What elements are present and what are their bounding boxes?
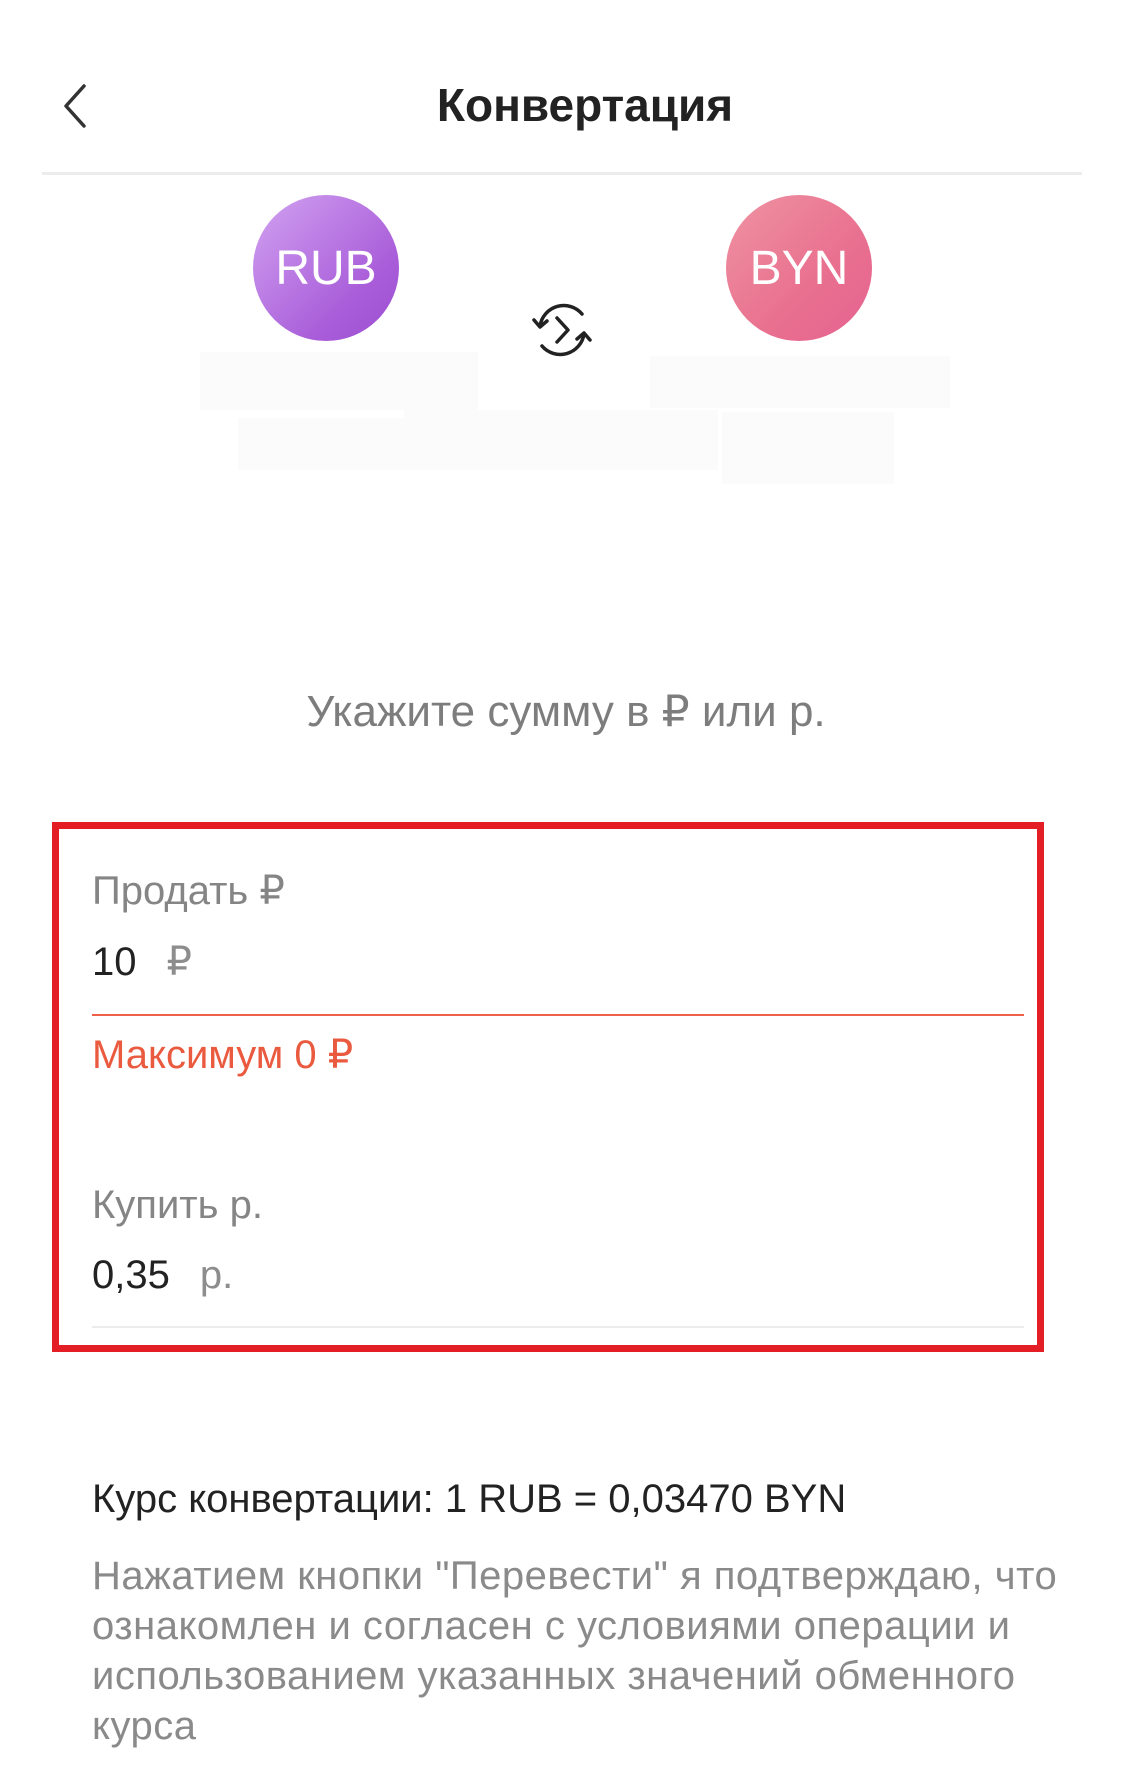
swap-icon xyxy=(532,303,592,357)
amount-prompt: Укажите сумму в ₽ или р. xyxy=(306,687,826,736)
swap-currencies-button[interactable] xyxy=(526,296,598,364)
currency-from-label: RUB xyxy=(275,241,377,295)
sell-amount-value: 10 xyxy=(92,940,137,984)
exchange-rate: Курс конвертации: 1 RUB = 0,03470 BYN xyxy=(92,1477,847,1521)
buy-field-underline xyxy=(92,1326,1024,1328)
sell-currency-suffix: ₽ xyxy=(166,940,192,984)
currency-to-byn[interactable]: BYN xyxy=(726,195,872,341)
currency-to-label: BYN xyxy=(749,241,849,295)
buy-currency-suffix: р. xyxy=(199,1253,234,1297)
header-divider xyxy=(42,172,1082,175)
balance-placeholder xyxy=(200,352,478,410)
balance-placeholder xyxy=(404,410,718,470)
balance-placeholder xyxy=(722,412,894,484)
balance-placeholder xyxy=(650,356,950,408)
buy-label: Купить р. xyxy=(92,1183,263,1227)
page-title: Конвертация xyxy=(436,79,734,131)
disclaimer-text: Нажатием кнопки "Перевести" я подтвержда… xyxy=(92,1554,1058,1748)
currency-from-rub[interactable]: RUB xyxy=(253,195,399,341)
sell-amount-input[interactable]: 10 ₽ xyxy=(92,937,192,987)
buy-amount-input[interactable]: 0,35 р. xyxy=(92,1250,233,1300)
sell-field-underline xyxy=(92,1014,1024,1016)
buy-amount-value: 0,35 xyxy=(92,1253,170,1297)
header: Конвертация xyxy=(0,0,1132,175)
balance-placeholder xyxy=(238,418,408,470)
sell-error-message: Максимум 0 ₽ xyxy=(92,1033,354,1077)
sell-label: Продать ₽ xyxy=(92,869,285,913)
